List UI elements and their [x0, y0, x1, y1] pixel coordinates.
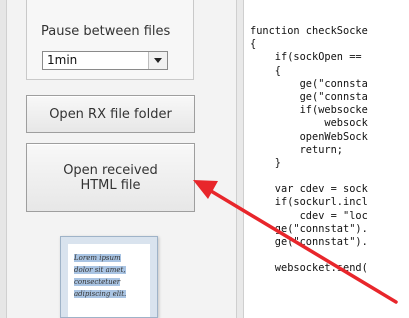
code-line: ge("connstat").: [250, 222, 368, 235]
code-line: if(websocke: [250, 104, 368, 117]
open-rx-folder-label: Open RX file folder: [49, 106, 172, 122]
html-preview-thumbnail[interactable]: Lorem ipsum dolor sit amet, consectetuer…: [60, 236, 158, 318]
code-line: ge("connstat").: [250, 236, 368, 248]
code-line: function checkSocke: [250, 25, 368, 37]
pause-group: Pause between files 1min: [26, 0, 194, 80]
thumbnail-line: dolor sit amet,: [74, 266, 126, 274]
open-rx-folder-button[interactable]: Open RX file folder: [26, 95, 195, 133]
thumbnail-line: adipiscing elit.: [74, 290, 127, 298]
code-line: cdev = "loc: [250, 209, 368, 222]
thumbnail-line: Lorem ipsum: [74, 254, 121, 262]
code-view: function checkSocke{ if(sockOpen == { ge…: [250, 25, 368, 276]
chevron-down-icon[interactable]: [148, 52, 167, 69]
thumbnail-line: consectetuer: [74, 278, 121, 286]
thumbnail-text: Lorem ipsum dolor sit amet, consectetuer…: [68, 244, 150, 308]
code-line: ge("connsta: [250, 90, 368, 103]
pause-select[interactable]: 1min: [42, 51, 168, 70]
open-html-file-label: Open received HTML file: [63, 163, 158, 193]
code-line: return;: [250, 143, 343, 156]
code-line: websock: [250, 117, 368, 130]
open-html-file-label-line2: HTML file: [80, 177, 141, 193]
code-line: openWebSock: [250, 130, 368, 143]
open-html-file-label-line1: Open received: [63, 162, 158, 178]
code-line: {: [250, 64, 281, 77]
pause-label: Pause between files: [41, 24, 171, 39]
left-panel: Pause between files 1min Open RX file fo…: [0, 0, 236, 318]
code-line: websocket.send(: [250, 262, 368, 275]
code-line: if(sockurl.incl: [250, 196, 368, 209]
code-line: {: [250, 38, 257, 51]
code-line: if(sockOpen ==: [250, 51, 362, 64]
thumbnail-page: Lorem ipsum dolor sit amet, consectetuer…: [68, 244, 150, 317]
code-line: var cdev = sock: [250, 183, 368, 196]
pause-select-value: 1min: [47, 53, 78, 67]
code-line: ge("connsta: [250, 77, 368, 90]
panel-splitter[interactable]: [236, 0, 244, 318]
open-html-file-button[interactable]: Open received HTML file: [26, 143, 195, 212]
left-edge: [0, 0, 7, 318]
code-line: }: [250, 156, 281, 169]
